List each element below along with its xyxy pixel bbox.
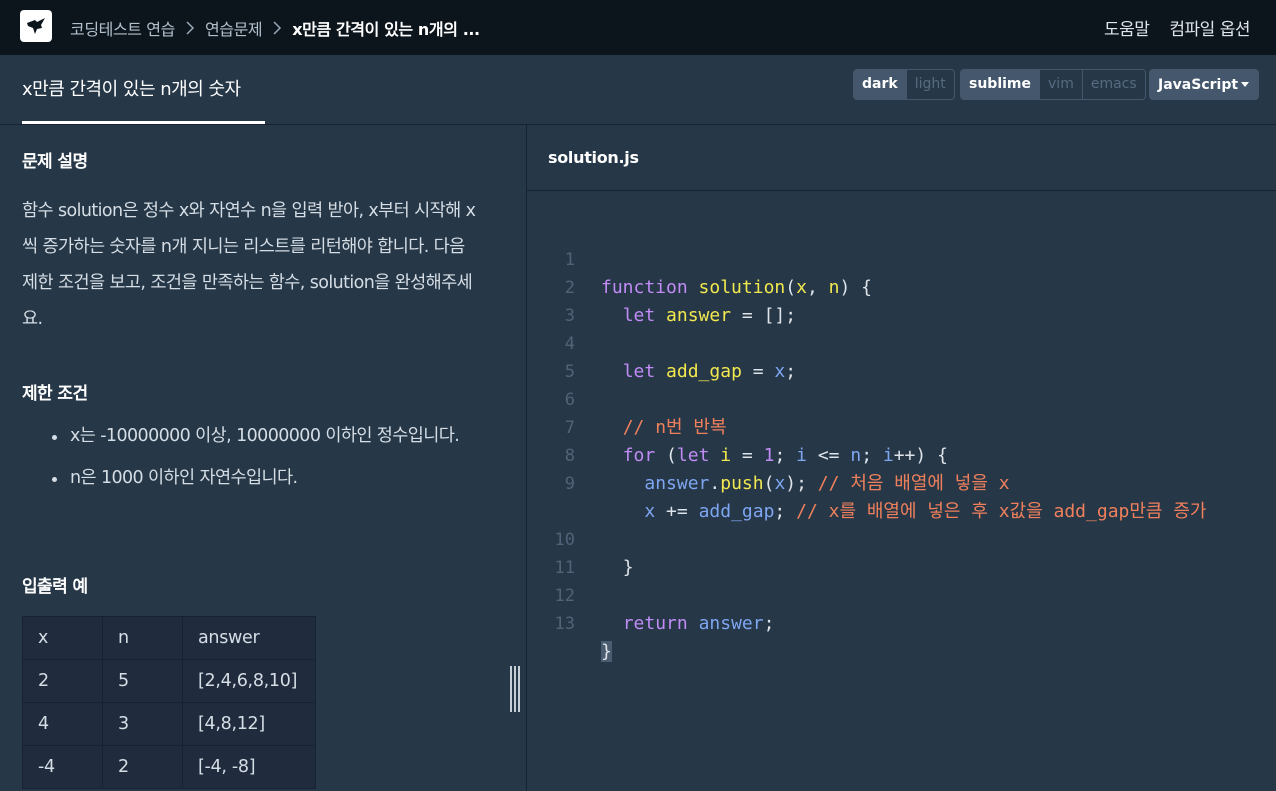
code-token: ; (763, 613, 775, 634)
panel-resize-handle-icon[interactable] (510, 666, 522, 712)
table-cell: [-4, -8] (182, 745, 316, 789)
code-line: 2 let answer = []; (527, 246, 1276, 326)
code-line: 4 let add_gap = x; (527, 302, 1276, 382)
challenge-header: x만큼 간격이 있는 n개의 숫자 dark light sublime vim… (0, 55, 1276, 125)
chevron-right-icon (185, 20, 195, 35)
breadcrumb-practice[interactable]: 연습문제 (205, 16, 263, 40)
programmers-logo-icon[interactable] (20, 10, 52, 42)
chevron-right-icon (272, 20, 282, 35)
table-cell: 4 (22, 702, 103, 746)
keymap-sublime-option[interactable]: sublime (961, 70, 1040, 99)
language-select-value: JavaScript (1158, 76, 1239, 93)
constraints-heading: 제한 조건 (22, 384, 88, 404)
problem-description-panel[interactable]: 문제 설명 함수 solution은 정수 x와 자연수 n을 입력 받아, x… (0, 125, 526, 791)
code-token: answer (698, 613, 764, 634)
table-row: 2 5 [2,4,6,8,10] (22, 659, 316, 703)
code-line: 9 x += add_gap; // x를 배열에 넣은 후 x값을 add_g… (527, 442, 1276, 522)
constraint-item: n은 1000 이하인 자연수입니다. (48, 464, 478, 493)
io-example-table: x n answer 2 5 [2,4,6,8,10] 4 3 [4,8,12]… (22, 616, 316, 789)
code-token: } (601, 641, 612, 662)
table-cell: 5 (102, 659, 183, 703)
io-example-heading: 입출력 예 (22, 577, 88, 597)
code-editor-panel: solution.js 1 function solution(x, n) { … (526, 125, 1276, 791)
editor-file-header: solution.js (527, 125, 1276, 191)
problem-heading: 문제 설명 (22, 152, 88, 172)
code-line: 6 // n번 반복 (527, 358, 1276, 438)
code-line: 13 } (527, 582, 1276, 662)
code-line: 7 for (let i = 1; i <= n; i++) { (527, 386, 1276, 466)
code-line: 1 function solution(x, n) { (527, 218, 1276, 298)
code-editor[interactable]: 1 function solution(x, n) { 2 let answer… (527, 218, 1276, 662)
table-cell: 2 (22, 659, 103, 703)
code-line: 8 answer.push(x); // 처음 배열에 넣을 x (527, 414, 1276, 494)
table-cell: [2,4,6,8,10] (182, 659, 316, 703)
caret-down-icon (1241, 82, 1249, 87)
challenge-title: x만큼 간격이 있는 n개의 숫자 (22, 79, 241, 100)
theme-toggle: dark light (853, 69, 955, 100)
table-header-cell: x (22, 616, 103, 660)
table-header-row: x n answer (22, 616, 316, 660)
theme-dark-option[interactable]: dark (854, 70, 906, 99)
code-line: 12 return answer; (527, 554, 1276, 634)
language-select[interactable]: JavaScript (1149, 69, 1259, 100)
table-cell: -4 (22, 745, 103, 789)
problem-text: 함수 solution은 정수 x와 자연수 n을 입력 받아, x부터 시작해… (22, 201, 476, 329)
code-line: 11 (527, 526, 1276, 578)
code-line: 10 } (527, 498, 1276, 578)
line-number: 13 (554, 614, 575, 634)
breadcrumb: 코딩테스트 연습 연습문제 x만큼 간격이 있는 n개의 ... (70, 0, 480, 55)
keymap-toggle: sublime vim emacs (960, 69, 1146, 100)
help-link[interactable]: 도움말 (1104, 15, 1150, 40)
challenge-title-underline (22, 121, 265, 124)
constraints-list: x는 -10000000 이상, 10000000 이하인 정수입니다. n은 … (48, 422, 478, 506)
table-header-cell: n (102, 616, 183, 660)
code-line: 5 (527, 330, 1276, 382)
breadcrumb-current-problem: x만큼 간격이 있는 n개의 ... (292, 19, 480, 39)
table-header-cell: answer (182, 616, 316, 660)
line-number: 9 (564, 474, 575, 494)
file-name: solution.js (548, 148, 639, 167)
table-row: -4 2 [-4, -8] (22, 745, 316, 789)
top-navigation-bar: 코딩테스트 연습 연습문제 x만큼 간격이 있는 n개의 ... 도움말 컴파일… (0, 0, 1276, 55)
table-cell: [4,8,12] (182, 702, 316, 746)
table-cell: 3 (102, 702, 183, 746)
table-cell: 2 (102, 745, 183, 789)
breadcrumb-coding-test[interactable]: 코딩테스트 연습 (70, 16, 175, 40)
code-token: return (622, 613, 688, 634)
constraint-item: x는 -10000000 이상, 10000000 이하인 정수입니다. (48, 422, 478, 451)
compile-options-link[interactable]: 컴파일 옵션 (1169, 15, 1250, 40)
code-line: 3 (527, 274, 1276, 326)
table-row: 4 3 [4,8,12] (22, 702, 316, 746)
theme-light-option[interactable]: light (905, 70, 954, 99)
keymap-emacs-option[interactable]: emacs (1081, 70, 1145, 99)
keymap-vim-option[interactable]: vim (1039, 70, 1082, 99)
